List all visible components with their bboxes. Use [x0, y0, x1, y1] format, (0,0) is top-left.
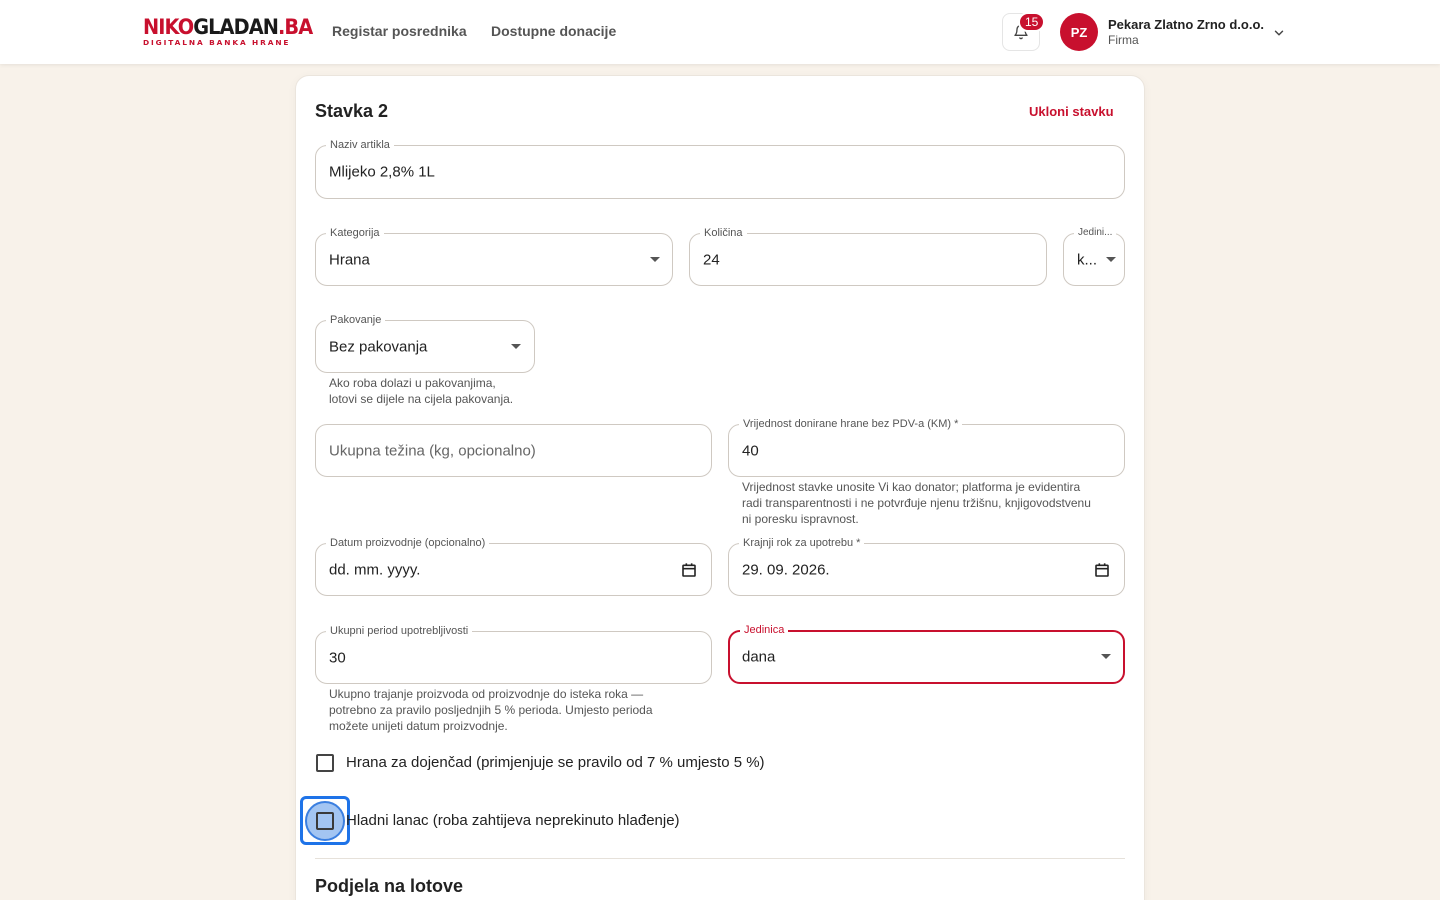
caret-down-icon [511, 343, 521, 349]
notifications-badge: 15 [1018, 12, 1046, 32]
expiry-date-value: 29. 09. 2026. [742, 561, 830, 578]
quantity-label: Količina [700, 226, 747, 240]
logo[interactable]: NIKOGLADAN.BA DIGITALNA BANKA HRANE [143, 15, 313, 47]
infant-food-label[interactable]: Hrana za dojenčad (primjenjuje se pravil… [346, 754, 765, 771]
weight-placeholder: Ukupna težina (kg, opcionalno) [329, 442, 536, 459]
item-name-label: Naziv artikla [326, 138, 394, 152]
user-role: Firma [1108, 33, 1139, 47]
shelf-unit-label: Jedinica [740, 623, 789, 637]
remove-item-button[interactable]: Ukloni stavku [1029, 104, 1114, 119]
shelf-life-helper: Ukupno trajanje proizvoda od proizvodnje… [329, 687, 653, 733]
divider [315, 858, 1125, 859]
value-value: 40 [742, 442, 759, 459]
category-label: Kategorija [326, 226, 384, 240]
production-date-label: Datum proizvodnje (opcionalno) [326, 536, 490, 550]
shelf-life-label: Ukupni period upotrebljivosti [326, 624, 473, 638]
unit-label: Jedini... [1074, 226, 1117, 240]
nav-link-dostupne-donacije[interactable]: Dostupne donacije [491, 23, 616, 39]
nav-link-registar-posrednika[interactable]: Registar posrednika [332, 23, 467, 39]
shelf-life-field[interactable]: Ukupni period upotrebljivosti 30 [315, 624, 712, 684]
unit-select[interactable]: Jedini... k... [1063, 226, 1125, 286]
avatar[interactable]: PZ [1060, 13, 1098, 51]
logo-tagline: DIGITALNA BANKA HRANE [143, 38, 291, 47]
packaging-select[interactable]: Pakovanje Bez pakovanja [315, 313, 535, 373]
caret-down-icon [1106, 256, 1116, 262]
cold-chain-label[interactable]: Hladni lanac (roba zahtijeva neprekinuto… [346, 812, 680, 829]
item-name-field[interactable]: Naziv artikla Mlijeko 2,8% 1L [315, 138, 1125, 199]
item-name-value: Mlijeko 2,8% 1L [329, 163, 435, 181]
value-field[interactable]: Vrijednost donirane hrane bez PDV-a (KM)… [728, 417, 1125, 477]
expiry-date-label: Krajnji rok za upotrebu * [739, 536, 865, 550]
shelf-unit-select[interactable]: Jedinica dana [728, 623, 1125, 684]
item-title: Stavka 2 [315, 101, 389, 121]
category-select[interactable]: Kategorija Hrana [315, 226, 673, 286]
production-date-field[interactable]: Datum proizvodnje (opcionalno) dd. mm. y… [315, 536, 712, 596]
logo-wordmark: NIKOGLADAN.BA [143, 15, 313, 39]
shelf-life-value: 30 [329, 649, 346, 666]
packaging-value: Bez pakovanja [329, 338, 428, 355]
calendar-icon[interactable] [681, 562, 697, 578]
caret-down-icon [650, 256, 660, 262]
expiry-date-field[interactable]: Krajnji rok za upotrebu * 29. 09. 2026. [728, 536, 1125, 596]
packaging-label: Pakovanje [326, 313, 386, 327]
top-bar: NIKOGLADAN.BA DIGITALNA BANKA HRANE Regi… [0, 0, 1440, 64]
packaging-helper: Ako roba dolazi u pakovanjima, lotovi se… [329, 376, 514, 406]
lots-section-title: Podjela na lotove [315, 876, 464, 896]
cold-chain-checkbox[interactable] [316, 812, 334, 830]
value-helper: Vrijednost stavke unosite Vi kao donator… [742, 480, 1091, 526]
chevron-down-icon[interactable] [1272, 26, 1286, 40]
quantity-field[interactable]: Količina 24 [689, 226, 1047, 286]
weight-field[interactable]: Ukupna težina (kg, opcionalno) [315, 424, 712, 477]
quantity-value: 24 [703, 251, 720, 268]
calendar-icon[interactable] [1094, 562, 1110, 578]
user-name[interactable]: Pekara Zlatno Zrno d.o.o. [1108, 17, 1264, 32]
infant-food-checkbox[interactable] [316, 754, 334, 772]
caret-down-icon [1101, 654, 1111, 659]
shelf-unit-value: dana [742, 648, 776, 666]
production-date-value: dd. mm. yyyy. [329, 561, 421, 578]
category-value: Hrana [329, 251, 370, 268]
value-label: Vrijednost donirane hrane bez PDV-a (KM)… [739, 417, 963, 431]
unit-value: k... [1077, 251, 1098, 268]
